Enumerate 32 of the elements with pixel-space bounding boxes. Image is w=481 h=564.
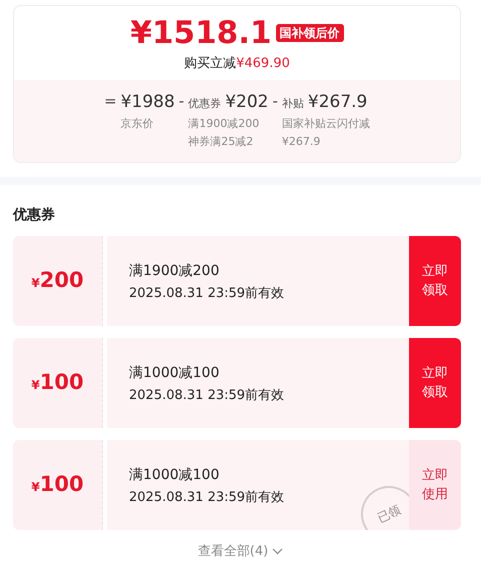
coupon-validity: 2025.08.31 23:59前有效 <box>129 387 286 406</box>
breakdown-label: 补贴 <box>282 96 304 112</box>
claim-button[interactable]: 立即领取 <box>409 236 461 326</box>
breakdown-note: 满1900减200 <box>188 116 260 132</box>
breakdown-value: ¥202 <box>225 90 268 114</box>
breakdown-note: ¥267.9 <box>282 134 322 150</box>
price-tag: 国补领后价 <box>276 24 344 42</box>
coupon-validity: 2025.08.31 23:59前有效 <box>129 285 286 304</box>
saving-label: 购买立减 <box>184 56 236 71</box>
coupon-validity: 2025.08.31 23:59前有效 <box>129 489 286 508</box>
coupon-amount: ¥100 <box>31 471 84 498</box>
price: ¥1518.1 <box>130 15 272 51</box>
saving-value: ¥469.90 <box>236 56 290 71</box>
chevron-down-icon[interactable] <box>272 548 284 556</box>
coupon-condition: 满1900减200 <box>129 262 220 282</box>
breakdown-note: 京东价 <box>120 116 155 132</box>
view-all-link[interactable]: 查看全部(4) <box>198 542 268 562</box>
operator: = <box>104 90 117 112</box>
claim-button[interactable]: 立即领取 <box>409 338 461 428</box>
breakdown-value: ¥267.9 <box>308 90 368 114</box>
coupon-condition: 满1000减100 <box>129 364 220 384</box>
breakdown-note: 神券满25减2 <box>188 134 254 150</box>
breakdown-label: 优惠券 <box>188 96 222 112</box>
coupon-amount: ¥100 <box>31 369 84 396</box>
breakdown-note: 国家补贴云闪付减 <box>282 116 370 132</box>
use-button[interactable]: 立即使用 <box>409 440 461 530</box>
coupon-amount: ¥200 <box>31 267 84 294</box>
section-title: 优惠券 <box>13 206 56 226</box>
operator: - <box>178 90 184 112</box>
coupon-condition: 满1000减100 <box>129 466 220 486</box>
operator: - <box>272 90 278 112</box>
breakdown-value: ¥1988 <box>120 90 175 114</box>
